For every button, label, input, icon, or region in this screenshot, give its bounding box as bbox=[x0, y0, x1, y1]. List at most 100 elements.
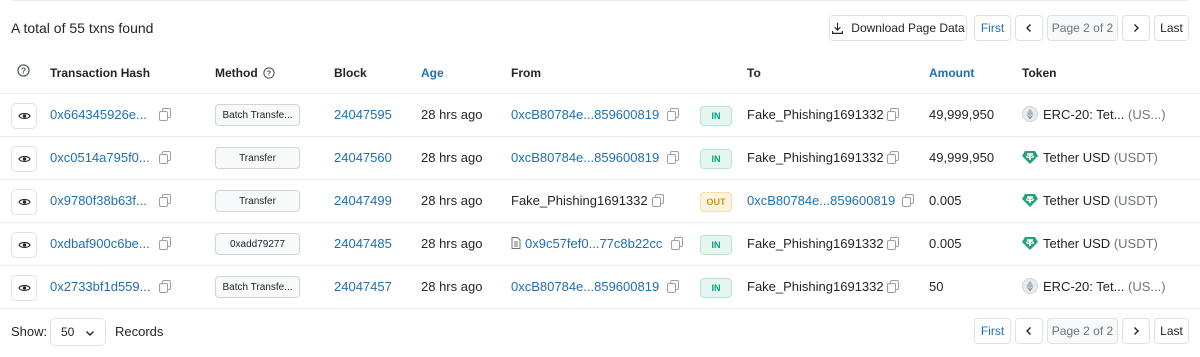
download-label: Download Page Data bbox=[851, 21, 965, 35]
direction-badge: IN bbox=[700, 235, 732, 255]
to-address[interactable]: 0xcB80784e...859600819 bbox=[747, 193, 895, 208]
block-link[interactable]: 24047499 bbox=[334, 193, 392, 208]
from-address-text: 0x9c57fef0...77c8b22cc bbox=[525, 236, 663, 251]
show-label: Show: bbox=[11, 324, 48, 339]
copy-icon[interactable] bbox=[887, 151, 899, 164]
from-address-text: 0xcB80784e...859600819 bbox=[511, 150, 660, 165]
method-badge: Batch Transfe... bbox=[215, 104, 300, 126]
token-symbol: (US...) bbox=[1128, 107, 1166, 122]
copy-icon[interactable] bbox=[887, 280, 899, 293]
erc20-token-icon bbox=[1022, 106, 1038, 122]
footer-prev-page-button[interactable] bbox=[1015, 318, 1043, 344]
download-icon bbox=[832, 22, 844, 34]
column-header-block: Block bbox=[334, 66, 367, 80]
records-label: Records bbox=[115, 324, 164, 339]
column-header-from: From bbox=[511, 66, 541, 80]
chevron-left-icon bbox=[1026, 327, 1031, 335]
token-name: Tether USD bbox=[1043, 193, 1111, 208]
copy-icon[interactable] bbox=[902, 194, 914, 207]
from-address[interactable]: 0xcB80784e...859600819 bbox=[511, 107, 659, 122]
method-badge: Batch Transfe... bbox=[215, 276, 300, 298]
download-page-data-button[interactable]: Download Page Data bbox=[829, 15, 967, 41]
from-address[interactable]: 0xcB80784e...859600819 bbox=[511, 150, 659, 165]
footer-last-page-button[interactable]: Last bbox=[1154, 318, 1189, 344]
prev-page-button[interactable] bbox=[1015, 15, 1043, 41]
tether-icon bbox=[1022, 192, 1038, 208]
copy-icon[interactable] bbox=[667, 151, 679, 164]
copy-icon[interactable] bbox=[159, 194, 171, 207]
copy-icon[interactable] bbox=[887, 108, 899, 121]
column-header-to: To bbox=[747, 66, 761, 80]
view-details-button[interactable] bbox=[11, 146, 37, 172]
tx-hash-link[interactable]: 0xc0514a795f0... bbox=[50, 150, 150, 165]
block-link[interactable]: 24047485 bbox=[334, 236, 392, 251]
to-address: Fake_Phishing1691332 bbox=[747, 279, 884, 294]
method-badge: Transfer bbox=[215, 190, 300, 212]
token-cell[interactable]: ERC-20: Tet... (US...) bbox=[1043, 279, 1166, 294]
from-address[interactable]: 0xcB80784e...859600819 bbox=[511, 279, 659, 294]
token-cell[interactable]: Tether USD (USDT) bbox=[1043, 150, 1158, 165]
txn-count-summary: A total of 55 txns found bbox=[11, 20, 154, 36]
page-indicator: Page 2 of 2 bbox=[1047, 15, 1118, 41]
direction-badge: IN bbox=[700, 149, 732, 169]
amount-text: 0.005 bbox=[929, 236, 962, 251]
view-details-button[interactable] bbox=[11, 232, 37, 258]
token-cell[interactable]: ERC-20: Tet... (US...) bbox=[1043, 107, 1166, 122]
copy-icon[interactable] bbox=[667, 108, 679, 121]
age-text: 28 hrs ago bbox=[421, 236, 483, 251]
column-header-method-label: Method bbox=[215, 66, 258, 80]
amount-text: 50 bbox=[929, 279, 944, 294]
token-cell[interactable]: Tether USD (USDT) bbox=[1043, 236, 1158, 251]
column-header-hash: Transaction Hash bbox=[50, 66, 151, 80]
chevron-right-icon bbox=[1134, 24, 1139, 32]
page-size-value: 50 bbox=[61, 325, 75, 339]
copy-icon[interactable] bbox=[671, 237, 683, 250]
table-header: ? Transaction Hash Method ? Block Age Fr… bbox=[0, 50, 1200, 94]
view-details-button[interactable] bbox=[11, 189, 37, 215]
next-page-button[interactable] bbox=[1122, 15, 1150, 41]
column-header-token: Token bbox=[1022, 66, 1057, 80]
tx-hash-link[interactable]: 0xdbaf900c6be... bbox=[50, 236, 150, 251]
copy-icon[interactable] bbox=[652, 194, 664, 207]
tx-hash-link[interactable]: 0x664345926e... bbox=[50, 107, 147, 122]
toolbar: A total of 55 txns found Download Page D… bbox=[0, 10, 1200, 46]
block-link[interactable]: 24047560 bbox=[334, 150, 392, 165]
from-address[interactable]: 0x9c57fef0...77c8b22cc bbox=[511, 236, 662, 251]
column-header-amount[interactable]: Amount bbox=[929, 66, 974, 80]
copy-icon[interactable] bbox=[667, 280, 679, 293]
last-page-button[interactable]: Last bbox=[1154, 15, 1189, 41]
token-cell[interactable]: Tether USD (USDT) bbox=[1043, 193, 1158, 208]
direction-badge: IN bbox=[700, 106, 732, 126]
block-link[interactable]: 24047457 bbox=[334, 279, 392, 294]
tx-hash-link[interactable]: 0x2733bf1d559... bbox=[50, 279, 150, 294]
age-text: 28 hrs ago bbox=[421, 193, 483, 208]
view-details-button[interactable] bbox=[11, 103, 37, 129]
footer-next-page-button[interactable] bbox=[1122, 318, 1150, 344]
copy-icon[interactable] bbox=[887, 237, 899, 250]
copy-icon[interactable] bbox=[159, 108, 171, 121]
svg-text:?: ? bbox=[21, 65, 26, 75]
copy-icon[interactable] bbox=[159, 151, 171, 164]
block-link[interactable]: 24047595 bbox=[334, 107, 392, 122]
age-text: 28 hrs ago bbox=[421, 107, 483, 122]
copy-icon[interactable] bbox=[159, 280, 171, 293]
table-row: 0xdbaf900c6be... 0xadd79277 24047485 28 … bbox=[0, 223, 1200, 266]
page-size-select[interactable]: 50 bbox=[50, 318, 106, 346]
help-icon[interactable]: ? bbox=[17, 64, 30, 80]
first-page-button[interactable]: First bbox=[974, 15, 1011, 41]
top-divider bbox=[12, 0, 1188, 1]
eye-icon bbox=[17, 195, 31, 210]
eye-icon bbox=[17, 281, 31, 296]
copy-icon[interactable] bbox=[159, 237, 171, 250]
tx-hash-link[interactable]: 0x9780f38b63f... bbox=[50, 193, 147, 208]
footer-first-page-button[interactable]: First bbox=[974, 318, 1011, 344]
table-row: 0x664345926e... Batch Transfe... 2404759… bbox=[0, 94, 1200, 137]
table-row: 0x2733bf1d559... Batch Transfe... 240474… bbox=[0, 266, 1200, 309]
view-details-button[interactable] bbox=[11, 275, 37, 301]
eye-icon bbox=[17, 109, 31, 124]
column-header-age[interactable]: Age bbox=[421, 66, 444, 80]
contract-icon bbox=[511, 236, 525, 251]
direction-badge: IN bbox=[700, 278, 732, 298]
to-address: Fake_Phishing1691332 bbox=[747, 107, 884, 122]
info-icon[interactable]: ? bbox=[263, 67, 275, 79]
